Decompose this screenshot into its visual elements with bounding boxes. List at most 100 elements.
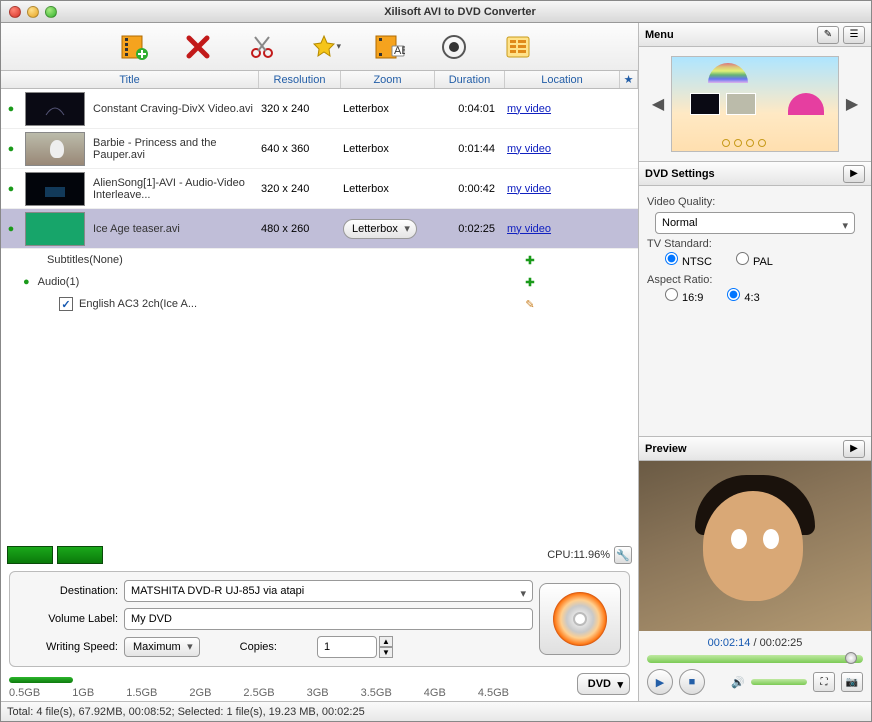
volume-label-input[interactable]: My DVD	[124, 608, 533, 630]
col-title[interactable]: Title	[1, 71, 259, 88]
subtitles-label: Subtitles(None)	[47, 254, 522, 266]
preview-expand-button[interactable]: ▶	[843, 440, 865, 458]
copies-down-button[interactable]: ▼	[379, 647, 393, 658]
cpu-meter	[57, 546, 103, 564]
track-checkbox[interactable]: ✓	[59, 297, 73, 311]
size-ruler: 0.5GB1GB1.5GB2GB2.5GB3GB3.5GB4GB4.5GB DV…	[9, 673, 630, 699]
svg-text:ABC: ABC	[394, 45, 405, 57]
disc-type-select[interactable]: DVD	[577, 673, 630, 695]
file-list[interactable]: ● Constant Craving-DivX Video.avi 320 x …	[1, 89, 638, 543]
col-star[interactable]: ★	[620, 71, 638, 88]
zoom-window-button[interactable]	[45, 6, 57, 18]
file-duration: 0:01:44	[433, 143, 503, 155]
copies-input[interactable]: 1	[317, 636, 377, 658]
titlebar: Xilisoft AVI to DVD Converter	[1, 1, 871, 23]
file-location-link[interactable]: my video	[507, 223, 551, 235]
preview-timecode: 00:02:14 / 00:02:25	[639, 631, 871, 655]
stop-button[interactable]: ■	[679, 669, 705, 695]
remove-icon[interactable]: ●	[1, 223, 21, 235]
close-window-button[interactable]	[9, 6, 21, 18]
toolbar: ▾ ABC	[1, 23, 638, 71]
zoom-select[interactable]: Letterbox	[343, 219, 417, 239]
file-title: Ice Age teaser.avi	[89, 223, 257, 235]
copies-label: Copies:	[240, 641, 277, 653]
snapshot-button[interactable]: 📷	[841, 672, 863, 692]
dvd-settings-header: DVD Settings ▶	[639, 162, 871, 186]
menu-list-button[interactable]: ☰	[843, 26, 865, 44]
delete-button[interactable]	[183, 32, 213, 62]
file-location-link[interactable]: my video	[507, 103, 551, 115]
record-button[interactable]	[439, 32, 469, 62]
burn-button[interactable]	[539, 583, 621, 655]
edit-menu-button[interactable]: ✎	[817, 26, 839, 44]
add-icon[interactable]: ●	[1, 143, 21, 155]
volume-slider[interactable]	[751, 679, 807, 685]
col-zoom[interactable]: Zoom	[341, 71, 435, 88]
add-audio-icon[interactable]: ✚	[522, 276, 538, 289]
file-title: AlienSong[1]-AVI - Audio-Video Interleav…	[89, 177, 257, 201]
size-used-bar	[9, 677, 73, 683]
chapters-button[interactable]	[503, 32, 533, 62]
menu-next-button[interactable]: ▶	[845, 94, 859, 114]
file-resolution: 640 x 360	[257, 143, 339, 155]
col-location[interactable]: Location	[505, 71, 620, 88]
file-row[interactable]: ● Barbie - Princess and the Pauper.avi 6…	[1, 129, 638, 169]
fullscreen-button[interactable]: ⛶	[813, 672, 835, 692]
add-icon[interactable]: ●	[1, 183, 21, 195]
audio-row[interactable]: ● Audio(1) ✚	[1, 271, 638, 293]
destination-panel: Destination: MATSHITA DVD-R UJ-85J via a…	[9, 571, 630, 667]
tv-standard-label: TV Standard:	[647, 238, 863, 250]
file-location-link[interactable]: my video	[507, 183, 551, 195]
file-resolution: 320 x 240	[257, 183, 339, 195]
col-resolution[interactable]: Resolution	[259, 71, 341, 88]
cut-button[interactable]	[247, 32, 277, 62]
menu-title: Menu	[645, 29, 813, 41]
video-quality-select[interactable]: Normal	[655, 212, 855, 234]
add-subtitle-icon[interactable]: ✚	[522, 254, 538, 267]
track-label: English AC3 2ch(Ice A...	[79, 298, 522, 310]
add-files-button[interactable]	[119, 32, 149, 62]
col-duration[interactable]: Duration	[435, 71, 505, 88]
minimize-window-button[interactable]	[27, 6, 39, 18]
file-zoom: Letterbox	[339, 143, 433, 155]
preview-title: Preview	[645, 443, 839, 455]
aspect-169-radio[interactable]: 16:9	[665, 288, 703, 304]
edit-track-icon[interactable]: ✎	[522, 298, 538, 311]
audio-label: Audio(1)	[38, 276, 522, 288]
preview-video[interactable]	[639, 461, 871, 631]
collapse-icon[interactable]: ●	[23, 276, 30, 288]
ntsc-radio[interactable]: NTSC	[665, 252, 712, 268]
file-row[interactable]: ● Constant Craving-DivX Video.avi 320 x …	[1, 89, 638, 129]
add-icon[interactable]: ●	[1, 103, 21, 115]
ruler-tick: 2GB	[189, 687, 211, 699]
copies-up-button[interactable]: ▲	[379, 636, 393, 647]
file-row-selected[interactable]: ● Ice Age teaser.avi 480 x 260 Letterbox…	[1, 209, 638, 249]
video-quality-label: Video Quality:	[647, 196, 863, 208]
cpu-settings-button[interactable]: 🔧	[614, 546, 632, 564]
audio-track-row[interactable]: ✓ English AC3 2ch(Ice A... ✎	[1, 293, 638, 315]
file-location-link[interactable]: my video	[507, 143, 551, 155]
file-title: Barbie - Princess and the Pauper.avi	[89, 137, 257, 161]
menu-template-thumbnail[interactable]	[671, 56, 839, 152]
pal-radio[interactable]: PAL	[736, 252, 773, 268]
seekbar-knob[interactable]	[845, 652, 857, 664]
subtitles-row[interactable]: Subtitles(None) ✚	[1, 249, 638, 271]
subtitle-button[interactable]: ABC	[375, 32, 405, 62]
play-button[interactable]: ▶	[647, 669, 673, 695]
destination-select[interactable]: MATSHITA DVD-R UJ-85J via atapi	[124, 580, 533, 602]
menu-prev-button[interactable]: ◀	[651, 94, 665, 114]
preview-seekbar[interactable]	[647, 655, 863, 663]
file-duration: 0:00:42	[433, 183, 503, 195]
volume-icon[interactable]: 🔊	[731, 676, 745, 689]
ruler-tick: 1.5GB	[126, 687, 157, 699]
aspect-43-radio[interactable]: 4:3	[727, 288, 759, 304]
volume-label-label: Volume Label:	[18, 613, 118, 625]
preview-header: Preview ▶	[639, 437, 871, 461]
dvd-settings-expand-button[interactable]: ▶	[843, 165, 865, 183]
ruler-tick: 4GB	[424, 687, 446, 699]
file-row[interactable]: ● AlienSong[1]-AVI - Audio-Video Interle…	[1, 169, 638, 209]
effects-button[interactable]: ▾	[311, 32, 341, 62]
writing-speed-select[interactable]: Maximum	[124, 637, 200, 657]
status-bar: Total: 4 file(s), 67.92MB, 00:08:52; Sel…	[1, 701, 871, 721]
ruler-tick: 4.5GB	[478, 687, 509, 699]
